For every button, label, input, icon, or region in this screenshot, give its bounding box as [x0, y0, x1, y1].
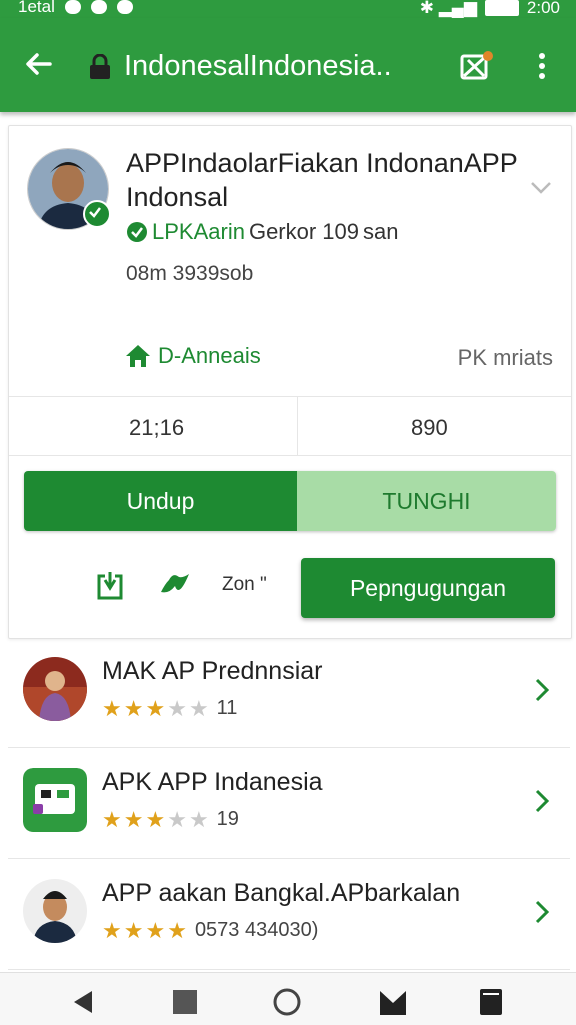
star-icon: ★ — [145, 806, 166, 832]
chevron-right-icon[interactable] — [534, 788, 550, 814]
more-options-icon[interactable] — [532, 50, 552, 82]
small-action-label: Zon " — [222, 574, 267, 595]
battery-icon — [484, 0, 519, 16]
person-thumbnail-icon — [23, 657, 87, 721]
notification-icon — [64, 0, 81, 14]
rating-count: 19 — [216, 808, 239, 830]
home-circle-icon[interactable] — [272, 987, 302, 1017]
share-box-icon[interactable] — [458, 50, 494, 82]
app-logo-icon — [23, 768, 87, 832]
back-triangle-icon[interactable] — [68, 987, 98, 1017]
app-name: MAK AP Prednnsiar — [102, 657, 323, 685]
developer-avatar — [27, 148, 111, 230]
status-bar: 1etal ✱ ▂▄▆ 2:00 — [0, 0, 576, 18]
carrier-text: 1etal — [18, 0, 55, 16]
back-arrow-icon[interactable] — [22, 48, 54, 80]
app-name: APP aakan Bangkal.APbarkalan — [102, 879, 461, 907]
chevron-right-icon[interactable] — [534, 899, 550, 925]
rating: ★ ★ ★ ★ ★ 19 — [102, 808, 239, 831]
star-icon: ★ — [123, 806, 144, 832]
recent-square-icon[interactable] — [170, 987, 200, 1017]
stats-row: 21;16 890 — [9, 396, 571, 456]
app-thumbnail — [23, 657, 87, 721]
app-thumbnail — [23, 879, 87, 943]
share-icon[interactable] — [95, 568, 125, 602]
star-icon: ★ — [123, 695, 144, 721]
category-link[interactable]: D-Anneais — [124, 343, 261, 369]
split-button-group: Undup TUNGHI — [24, 471, 556, 531]
rating-count: 11 — [216, 697, 238, 719]
stat-left: 21;16 — [129, 415, 185, 440]
system-nav-bar — [0, 972, 576, 1025]
developer-name: Gerkor 109 — [248, 219, 360, 244]
app-thumbnail — [23, 768, 87, 832]
star-icon: ★ — [167, 695, 187, 721]
bird-icon[interactable] — [159, 568, 193, 600]
pepngugungan-button[interactable]: Pepngugungan — [301, 558, 555, 618]
app-detail-card: APPIndaolarFiakan IndonanAPP Indonsal LP… — [8, 125, 572, 639]
rating: ★ ★ ★ ★ 0573 434030) — [102, 919, 318, 942]
list-item[interactable]: APP aakan Bangkal.APbarkalan ★ ★ ★ ★ 057… — [8, 859, 570, 970]
chevron-down-icon[interactable] — [529, 180, 553, 196]
action-row: Zon " Pepngugungan — [9, 556, 571, 620]
lock-icon — [90, 54, 110, 79]
related-apps-list: MAK AP Prednnsiar ★ ★ ★ ★ ★ 11 APK APP I… — [8, 637, 570, 970]
clock-text: 2:00 — [526, 0, 560, 17]
star-icon: ★ — [188, 806, 209, 832]
app-name: APPIndaolarFiakan IndonanAPP Indonsal — [126, 148, 518, 212]
undup-button[interactable]: Undup — [24, 471, 297, 531]
star-icon: ★ — [188, 695, 209, 721]
notification-icon-3 — [116, 0, 133, 14]
rating-count: 0573 434030) — [194, 919, 319, 941]
stats-divider — [297, 397, 298, 455]
stat-right: 890 — [411, 415, 448, 440]
verified-circle-icon — [127, 222, 147, 242]
category-secondary: PK mriats — [457, 345, 553, 370]
star-icon: ★ — [167, 806, 187, 832]
rating: ★ ★ ★ ★ ★ 11 — [102, 697, 237, 720]
verified-check-icon — [83, 200, 111, 228]
developer-line[interactable]: LPKAarin Gerkor 109 san — [126, 218, 399, 246]
tunghi-button[interactable]: TUNGHI — [297, 471, 556, 531]
star-icon: ★ — [123, 917, 144, 943]
developer-suffix: san — [363, 219, 399, 244]
star-icon: ★ — [102, 806, 122, 832]
star-icon: ★ — [145, 917, 166, 943]
notification-icon-2 — [90, 0, 107, 14]
star-icon: ★ — [145, 695, 166, 721]
category-label: D-Anneais — [158, 343, 261, 368]
developer-brand: LPKAarin — [152, 219, 245, 244]
person-thumbnail-icon — [23, 879, 87, 943]
star-icon: ★ — [102, 917, 122, 943]
list-item[interactable]: MAK AP Prednnsiar ★ ★ ★ ★ ★ 11 — [8, 637, 570, 748]
page-title: IndonesalIndonesia.. — [124, 50, 392, 82]
app-meta: 08m 3939sob — [126, 262, 254, 285]
app-name: APK APP Indanesia — [102, 768, 323, 796]
list-item[interactable]: APK APP Indanesia ★ ★ ★ ★ ★ 19 — [8, 748, 570, 859]
top-app-bar: IndonesalIndonesia.. — [0, 18, 576, 112]
book-icon[interactable] — [476, 987, 506, 1017]
home-icon — [126, 345, 150, 367]
star-icon: ★ — [167, 917, 187, 943]
signal-icon: ✱ ▂▄▆ — [419, 0, 477, 17]
chevron-right-icon[interactable] — [534, 677, 550, 703]
star-icon: ★ — [102, 695, 122, 721]
mail-icon[interactable] — [378, 987, 408, 1017]
